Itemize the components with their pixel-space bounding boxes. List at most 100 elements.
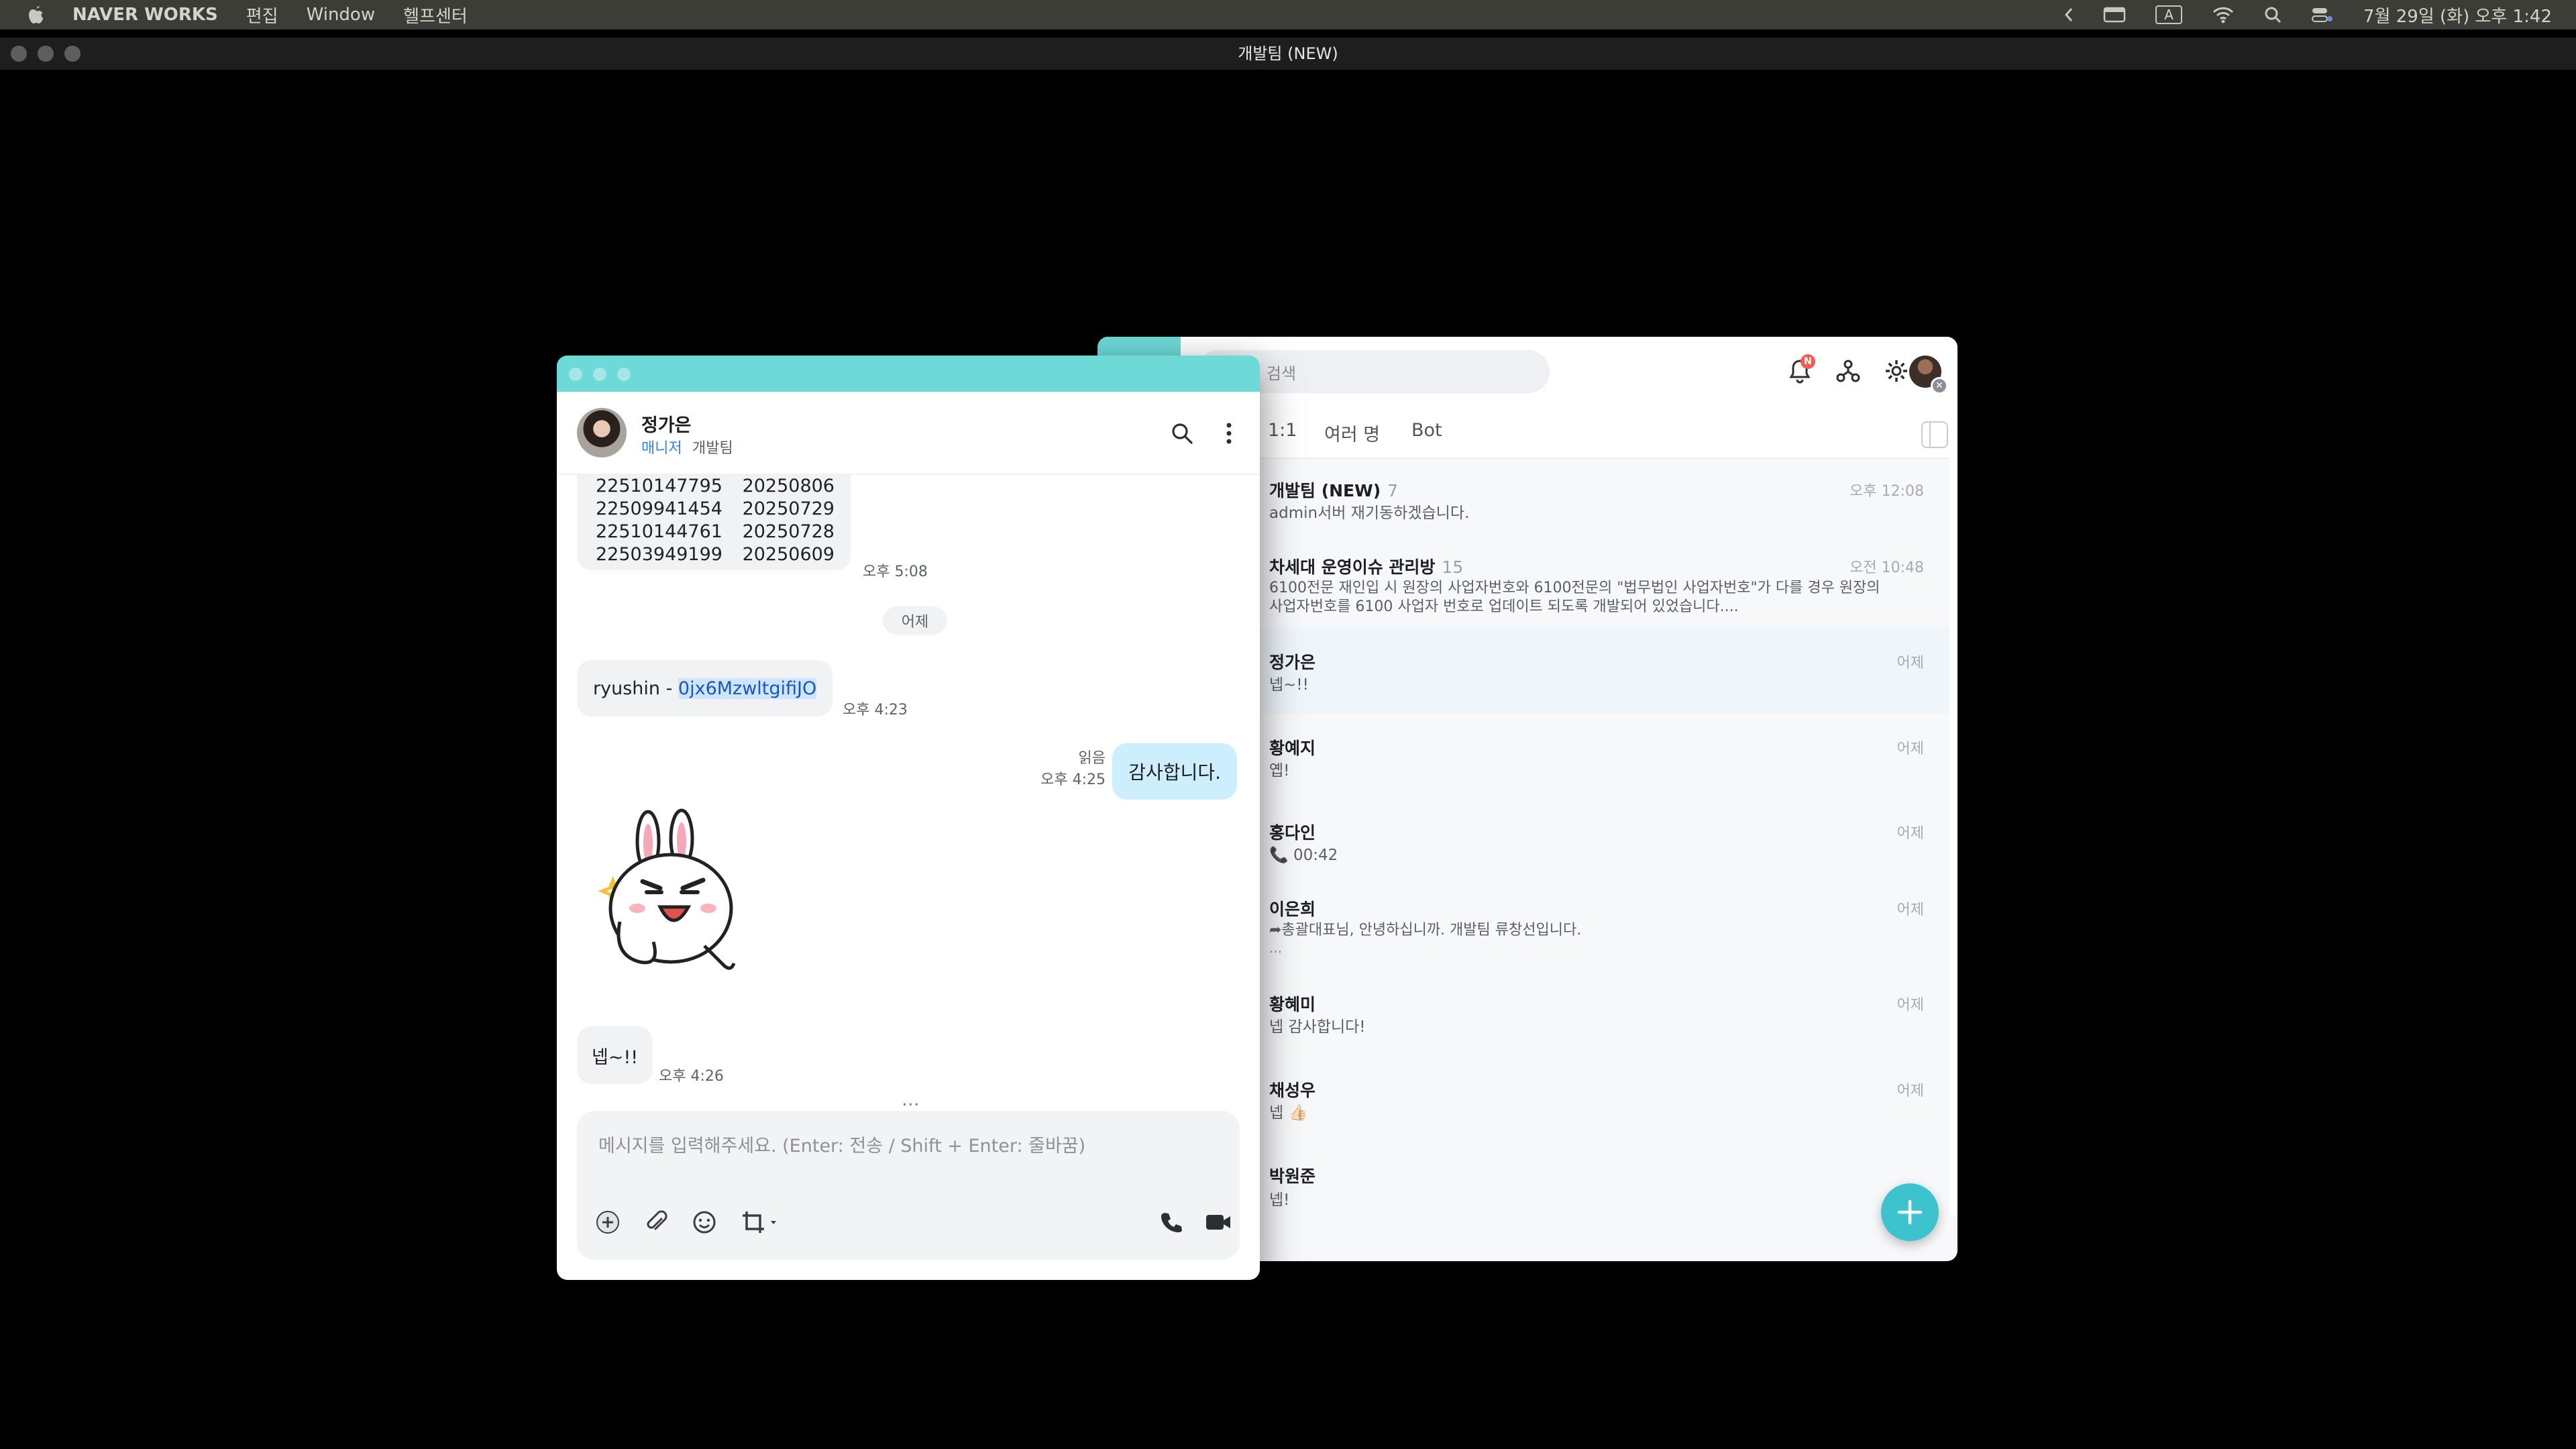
- room-last-message: 📞 00:42: [1269, 847, 1338, 864]
- status-off-icon: ✕: [1931, 377, 1948, 394]
- close-window-button[interactable]: [569, 368, 582, 381]
- room-name: 황예지: [1269, 739, 1316, 758]
- menu-help-center[interactable]: 헬프센터: [403, 3, 468, 28]
- message-time: 오후 4:25: [1040, 771, 1106, 788]
- chevron-left-icon[interactable]: [2064, 7, 2074, 23]
- date-divider: 어제: [883, 606, 947, 635]
- table-row: 22503949199 20250609: [596, 543, 835, 566]
- table-row: 22510144761 20250728: [596, 521, 835, 543]
- chat-window: 정가은 매니저 개발팀 22510147795 20250806 22509941…: [557, 356, 1260, 1280]
- table-cell: 22510144761: [596, 521, 722, 542]
- app-title-bar: 개발팀 (NEW): [0, 38, 2576, 70]
- room-last-message: 넵~!!: [1269, 676, 1309, 694]
- room-name: 채성우: [1269, 1081, 1316, 1100]
- list-scrollbar[interactable]: [1949, 404, 1957, 1216]
- menu-clock[interactable]: 7월 29일 (화) 오후 1:42: [2363, 3, 2552, 28]
- room-last-message: 옙!: [1269, 762, 1290, 780]
- more-options-icon[interactable]: [1214, 419, 1244, 448]
- new-chat-button[interactable]: [1881, 1183, 1939, 1241]
- table-cell: 20250728: [742, 521, 835, 542]
- input-source-icon[interactable]: A: [2155, 5, 2183, 24]
- screenshot-crop-icon[interactable]: [739, 1208, 780, 1237]
- room-name: 홍다인: [1269, 823, 1316, 843]
- minimize-window-button[interactable]: [593, 368, 606, 381]
- room-member-count: 15: [1442, 557, 1464, 577]
- room-name: 황혜미: [1269, 995, 1316, 1014]
- plus-icon: [1897, 1199, 1923, 1225]
- room-name: 박원준: [1269, 1167, 1316, 1186]
- message-text: 감사합니다.: [1128, 761, 1221, 784]
- message-composer[interactable]: 메시지를 입력해주세요. (Enter: 전송 / Shift + Enter:…: [577, 1111, 1240, 1260]
- message-time: 오후 4:23: [843, 702, 908, 718]
- room-time: 어제: [1896, 1083, 1924, 1099]
- menu-window[interactable]: Window: [307, 5, 376, 25]
- room-member-count: 7: [1387, 481, 1399, 500]
- menu-bar: NAVER WORKS 편집 Window 헬프센터 A 7월 29일 (화) …: [0, 0, 2576, 30]
- window-tab-indicator: [1097, 337, 1181, 357]
- phone-icon[interactable]: [1157, 1208, 1186, 1237]
- room-time: 오전 10:48: [1849, 559, 1924, 576]
- wifi-icon[interactable]: [2212, 6, 2235, 23]
- menu-app-name[interactable]: NAVER WORKS: [72, 5, 218, 25]
- contact-role: 매니저: [641, 440, 682, 457]
- message-time: 오후 4:26: [659, 1068, 724, 1085]
- organization-chart-icon[interactable]: [1831, 354, 1865, 388]
- notification-bell-icon[interactable]: N: [1783, 354, 1817, 388]
- message-bubble-table[interactable]: 22510147795 20250806 22509941454 20250729 …: [577, 475, 851, 570]
- menu-edit[interactable]: 편집: [246, 3, 278, 28]
- zoom-window-button[interactable]: [617, 368, 631, 381]
- video-call-icon[interactable]: [1203, 1208, 1233, 1237]
- search-icon[interactable]: [1167, 419, 1197, 448]
- contact-name[interactable]: 정가은: [641, 411, 692, 437]
- table-cell: 22503949199: [596, 544, 722, 565]
- gear-icon[interactable]: [1880, 354, 1913, 388]
- table-cell: 20250806: [742, 476, 835, 496]
- notification-badge: N: [1801, 354, 1815, 369]
- message-input[interactable]: 메시지를 입력해주세요. (Enter: 전송 / Shift + Enter:…: [598, 1131, 1085, 1157]
- window-icon[interactable]: [2103, 7, 2126, 23]
- room-last-message: 넵!: [1269, 1191, 1290, 1209]
- room-last-message: admin서버 재기동하겠습니다.: [1269, 504, 1470, 522]
- tab-one-to-one[interactable]: 1:1: [1268, 420, 1297, 441]
- tab-group[interactable]: 여러 명: [1324, 420, 1380, 446]
- tab-bot[interactable]: Bot: [1411, 420, 1442, 441]
- rabbit-sticker-icon[interactable]: [596, 808, 750, 982]
- message-bubble-sent[interactable]: 감사합니다.: [1112, 743, 1237, 800]
- room-time: 어제: [1896, 741, 1924, 757]
- message-text: ryushin -: [593, 678, 678, 699]
- message-bubble-received[interactable]: 넵~!!: [577, 1026, 653, 1084]
- spotlight-search-icon[interactable]: [2264, 6, 2282, 23]
- room-last-message-line2: 사업자번호를 6100 사업자 번호로 업데이트 되도록 개발되어 있었습니다.…: [1269, 598, 1739, 615]
- typing-indicator: ...: [902, 1088, 920, 1110]
- room-time: 어제: [1896, 997, 1924, 1014]
- room-time: 어제: [1896, 825, 1924, 842]
- read-receipt: 읽음: [1078, 750, 1106, 767]
- room-last-message: 넵 감사합니다!: [1269, 1018, 1366, 1036]
- room-name: 차세대 운영이슈 관리방: [1269, 557, 1436, 577]
- room-time: 오후 12:08: [1849, 483, 1924, 500]
- room-name: 이은희: [1269, 900, 1316, 919]
- message-time: 오후 5:08: [863, 564, 928, 580]
- message-bubble-received[interactable]: ryushin - 0jx6MzwltgifiJO: [577, 660, 833, 716]
- contact-avatar[interactable]: [577, 408, 627, 458]
- apple-icon[interactable]: [27, 5, 46, 25]
- table-row: 22510147795 20250806: [596, 475, 835, 498]
- add-attachment-icon[interactable]: [593, 1208, 623, 1237]
- table-cell: 22509941454: [596, 498, 722, 519]
- table-cell: 20250609: [742, 544, 835, 565]
- my-profile-avatar[interactable]: ✕: [1909, 356, 1948, 394]
- table-cell: 22510147795: [596, 476, 722, 496]
- control-center-icon[interactable]: [2311, 6, 2334, 23]
- paperclip-icon[interactable]: [641, 1208, 671, 1237]
- room-time: 어제: [1896, 655, 1924, 672]
- chat-header: 정가은 매니저 개발팀: [557, 392, 1260, 475]
- emoji-icon[interactable]: [690, 1208, 719, 1237]
- panel-toggle-icon[interactable]: [1921, 421, 1948, 448]
- room-time: 어제: [1896, 902, 1924, 918]
- room-last-message: 넵 👍🏻: [1269, 1104, 1308, 1122]
- room-last-message: 6100전문 재인입 시 원장의 사업자번호와 6100전문의 "법무법인 사업…: [1269, 580, 1880, 596]
- chat-window-titlebar[interactable]: [557, 356, 1260, 392]
- room-last-message-line2: ...: [1269, 940, 1283, 956]
- room-name: 정가은: [1269, 653, 1316, 672]
- message-text: 넵~!!: [592, 1046, 639, 1068]
